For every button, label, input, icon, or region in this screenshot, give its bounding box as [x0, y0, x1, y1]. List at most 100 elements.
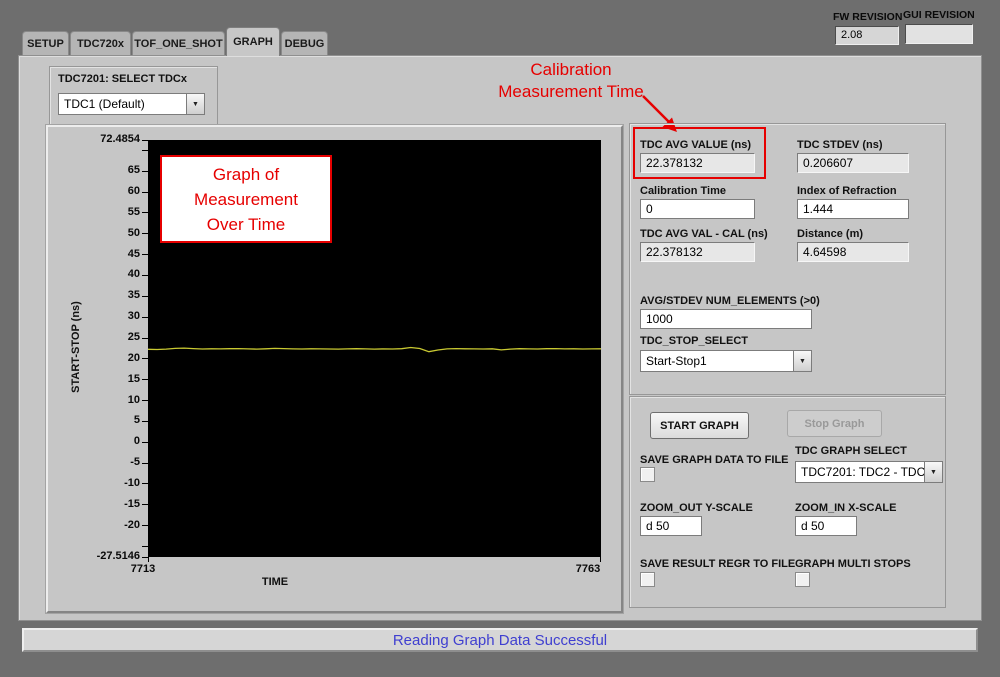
tdc-avg-field: 22.378132: [640, 153, 755, 173]
y-tick: [142, 317, 148, 318]
y-tick-label: 45: [76, 248, 140, 260]
y-tick-label: 15: [76, 373, 140, 385]
x-tick-label-min: 7713: [121, 563, 165, 575]
x-tick-label-max: 7763: [566, 563, 610, 575]
graph-annotation-line2: Measurement: [194, 187, 298, 212]
zoom-in-input[interactable]: d 50: [795, 516, 857, 536]
tdc-stdev-label: TDC STDEV (ns): [797, 139, 883, 151]
start-graph-button[interactable]: START GRAPH: [650, 412, 749, 439]
y-tick: [142, 504, 148, 505]
control-group: START GRAPH Stop Graph SAVE GRAPH DATA T…: [629, 396, 946, 608]
tdc-select-label: TDC7201: SELECT TDCx: [58, 73, 187, 85]
save-result-label: SAVE RESULT REGR TO FILE: [640, 558, 795, 570]
num-elements-input[interactable]: 1000: [640, 309, 812, 329]
y-tick-label: -5: [76, 456, 140, 468]
zoom-in-label: ZOOM_IN X-SCALE: [795, 502, 896, 514]
distance-label: Distance (m): [797, 228, 863, 240]
chevron-down-icon[interactable]: ▼: [186, 94, 204, 114]
tdc-select-dropdown[interactable]: TDC1 (Default) ▼: [58, 93, 205, 115]
fw-revision-label: FW REVISION: [833, 11, 902, 23]
graph-tab-page: TDC7201: SELECT TDCx TDC1 (Default) ▼ Ca…: [18, 55, 982, 621]
y-tick: [142, 296, 148, 297]
tdc-select-value: TDC1 (Default): [59, 97, 186, 111]
zoom-out-label: ZOOM_OUT Y-SCALE: [640, 502, 753, 514]
y-tick-label: -27.5146: [76, 550, 140, 562]
y-tick-label: 30: [76, 310, 140, 322]
index-of-refraction-label: Index of Refraction: [797, 185, 897, 197]
y-tick: [142, 483, 148, 484]
chevron-down-icon[interactable]: ▼: [793, 351, 811, 371]
y-tick-label: -20: [76, 519, 140, 531]
zoom-out-input[interactable]: d 50: [640, 516, 702, 536]
stop-select-dropdown[interactable]: Start-Stop1 ▼: [640, 350, 812, 372]
distance-field: 4.64598: [797, 242, 909, 262]
graph-select-value: TDC7201: TDC2 - TDC1: [796, 465, 924, 479]
y-tick-label: 55: [76, 206, 140, 218]
y-tick-label: 40: [76, 268, 140, 280]
tab-debug[interactable]: DEBUG: [281, 31, 328, 55]
stop-select-label: TDC_STOP_SELECT: [640, 335, 748, 347]
index-of-refraction-input[interactable]: 1.444: [797, 199, 909, 219]
y-tick: [142, 400, 148, 401]
y-tick-label: 5: [76, 414, 140, 426]
status-text: Reading Graph Data Successful: [393, 632, 607, 649]
graph-panel: Graph of Measurement Over Time START-STO…: [46, 125, 623, 613]
y-tick-label: 72.4854: [76, 133, 140, 145]
tab-tof-one-shot[interactable]: TOF_ONE_SHOT: [132, 31, 225, 55]
calibration-annotation-line1: Calibration: [411, 59, 731, 81]
calibration-time-label: Calibration Time: [640, 185, 726, 197]
graph-annotation-box: Graph of Measurement Over Time: [160, 155, 332, 243]
y-tick: [142, 338, 148, 339]
tab-graph[interactable]: GRAPH: [226, 27, 280, 56]
x-axis-title: TIME: [230, 576, 320, 588]
tdc-stdev-field: 0.206607: [797, 153, 909, 173]
stop-graph-button[interactable]: Stop Graph: [787, 410, 882, 437]
tab-tdc720x[interactable]: TDC720x: [70, 31, 131, 55]
graph-select-label: TDC GRAPH SELECT: [795, 445, 907, 457]
tdc-avg-cal-field: 22.378132: [640, 242, 755, 262]
y-tick: [142, 233, 148, 234]
y-tick-label: 60: [76, 185, 140, 197]
tdc-avg-cal-label: TDC AVG VAL - CAL (ns): [640, 228, 768, 240]
measurement-group: TDC AVG VALUE (ns) 22.378132 TDC STDEV (…: [629, 123, 946, 395]
save-graph-label: SAVE GRAPH DATA TO FILE: [640, 454, 789, 466]
x-tick-max: [600, 557, 601, 562]
y-tick-label: 0: [76, 435, 140, 447]
y-tick: [142, 358, 148, 359]
y-tick: [142, 212, 148, 213]
y-tick-label: 10: [76, 394, 140, 406]
chart-line-series: [148, 348, 601, 352]
y-tick: [142, 557, 148, 558]
y-tick: [142, 140, 148, 141]
graph-annotation-line1: Graph of: [213, 162, 279, 187]
y-tick-label: 50: [76, 227, 140, 239]
y-tick: [142, 525, 148, 526]
y-tick-label: -15: [76, 498, 140, 510]
y-tick: [142, 546, 148, 547]
y-tick: [142, 150, 148, 151]
y-tick: [142, 442, 148, 443]
save-result-checkbox[interactable]: [640, 572, 655, 587]
status-bar: Reading Graph Data Successful: [22, 628, 978, 652]
multi-stops-checkbox[interactable]: [795, 572, 810, 587]
x-tick-min: [148, 557, 149, 562]
y-tick: [142, 192, 148, 193]
fw-revision-field: 2.08: [835, 26, 899, 45]
graph-annotation-line3: Over Time: [207, 212, 285, 237]
chevron-down-icon[interactable]: ▼: [924, 462, 942, 482]
calibration-time-input[interactable]: 0: [640, 199, 755, 219]
y-tick: [142, 254, 148, 255]
y-tick-label: 25: [76, 331, 140, 343]
save-graph-checkbox[interactable]: [640, 467, 655, 482]
tdc-avg-label: TDC AVG VALUE (ns): [640, 139, 751, 151]
y-tick: [142, 275, 148, 276]
tab-setup[interactable]: SETUP: [22, 31, 69, 55]
tdc-select-group: TDC7201: SELECT TDCx TDC1 (Default) ▼: [49, 66, 218, 126]
y-tick: [142, 379, 148, 380]
multi-stops-label: GRAPH MULTI STOPS: [795, 558, 911, 570]
gui-revision-field: [905, 24, 973, 44]
num-elements-label: AVG/STDEV NUM_ELEMENTS (>0): [640, 295, 820, 307]
y-tick: [142, 463, 148, 464]
y-tick-label: 65: [76, 164, 140, 176]
graph-select-dropdown[interactable]: TDC7201: TDC2 - TDC1 ▼: [795, 461, 943, 483]
